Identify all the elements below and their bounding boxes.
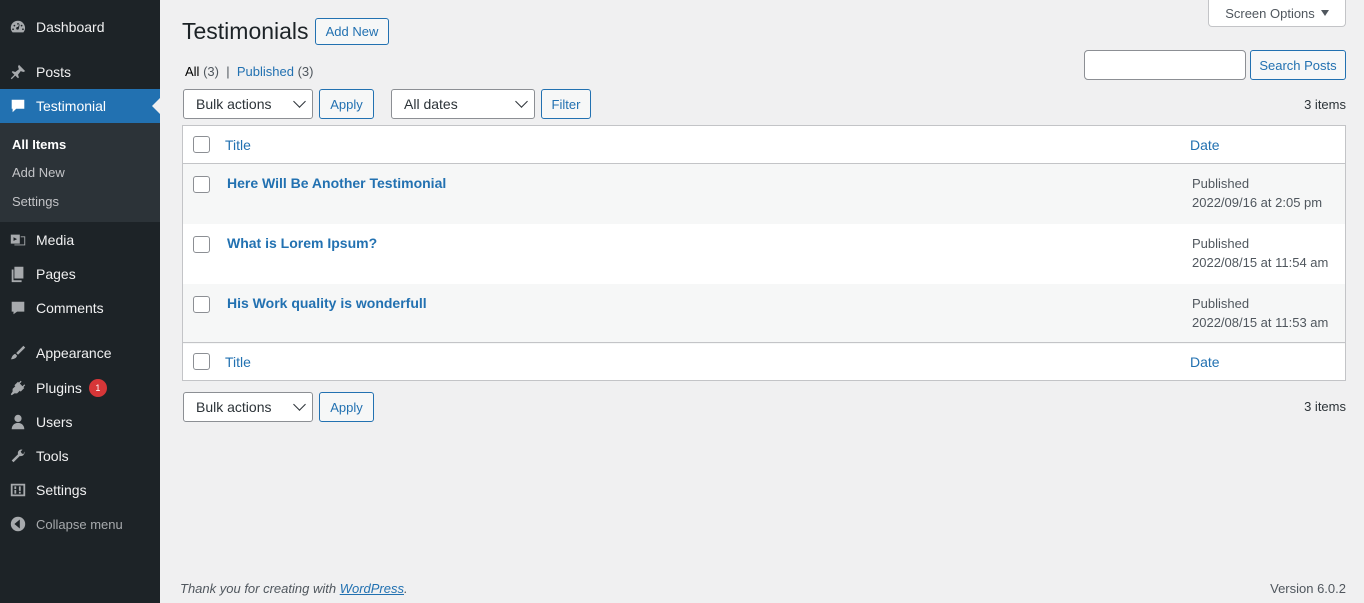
row-status: Published [1192, 236, 1250, 251]
row-title-link[interactable]: Here Will Be Another Testimonial [227, 175, 446, 191]
dashboard-icon [8, 17, 28, 37]
table-row: Here Will Be Another Testimonial Publish… [183, 164, 1345, 224]
sidebar-item-label: Media [36, 232, 75, 248]
sidebar-item-comments[interactable]: Comments [0, 291, 160, 325]
page-title: Testimonials [182, 18, 309, 44]
add-new-button[interactable]: Add New [315, 18, 389, 45]
sidebar-item-settings[interactable]: Settings [0, 473, 160, 507]
sidebar-item-label: Dashboard [36, 19, 105, 35]
plugin-icon [8, 378, 28, 398]
collapse-menu-button[interactable]: Collapse menu [0, 507, 160, 541]
testimonial-submenu: All Items Add New Settings [0, 123, 160, 222]
chevron-down-icon [293, 398, 306, 411]
footer-thanks-suffix: . [404, 581, 408, 596]
media-icon [8, 230, 28, 250]
table-header: Title Date [183, 126, 1345, 164]
sidebar-item-label: Pages [36, 266, 76, 282]
items-count-top: 3 items [1304, 97, 1346, 112]
sidebar-item-testimonial[interactable]: Testimonial [0, 89, 160, 123]
row-date: 2022/09/16 at 2:05 pm [1192, 195, 1323, 210]
triangle-down-icon [1320, 10, 1329, 16]
footer-thanks-prefix: Thank you for creating with [180, 581, 340, 596]
row-date: 2022/08/15 at 11:53 am [1192, 315, 1329, 330]
apply-button-top[interactable]: Apply [319, 89, 374, 119]
column-date-sort-footer[interactable]: Date [1190, 354, 1220, 370]
plugins-update-badge: 1 [88, 379, 107, 397]
sidebar-item-media[interactable]: Media [0, 223, 160, 257]
admin-sidebar: Dashboard Posts Testimonial All Items Ad… [0, 0, 160, 603]
view-published[interactable]: Published [237, 64, 294, 79]
sidebar-item-users[interactable]: Users [0, 405, 160, 439]
chevron-down-icon [293, 95, 306, 108]
select-all-checkbox[interactable] [193, 136, 210, 153]
row-checkbox[interactable] [193, 176, 210, 193]
submenu-settings[interactable]: Settings [12, 194, 59, 209]
select-all-checkbox-footer[interactable] [193, 353, 210, 370]
brush-icon [8, 343, 28, 363]
view-all-count: (3) [203, 64, 219, 79]
bulk-actions-value: Bulk actions [196, 399, 272, 415]
pages-icon [8, 264, 28, 284]
row-date: 2022/08/15 at 11:54 am [1192, 255, 1329, 270]
testimonials-table: Title Date Here Will Be Another Testimon… [182, 125, 1346, 381]
settings-icon [8, 480, 28, 500]
user-icon [8, 412, 28, 432]
column-date-sort[interactable]: Date [1190, 137, 1220, 153]
sidebar-item-tools[interactable]: Tools [0, 439, 160, 473]
column-title-sort[interactable]: Title [225, 137, 251, 153]
bulk-actions-select-bottom[interactable]: Bulk actions [183, 392, 313, 422]
collapse-menu-label: Collapse menu [36, 516, 123, 532]
row-checkbox[interactable] [193, 236, 210, 253]
apply-button-bottom[interactable]: Apply [319, 392, 374, 422]
submenu-all-items[interactable]: All Items [12, 137, 66, 152]
sidebar-item-plugins[interactable]: Plugins 1 [0, 371, 160, 405]
wrench-icon [8, 446, 28, 466]
search-input[interactable] [1084, 50, 1246, 80]
submenu-add-new[interactable]: Add New [12, 165, 65, 180]
row-checkbox[interactable] [193, 296, 210, 313]
chevron-down-icon [515, 95, 528, 108]
sidebar-item-dashboard[interactable]: Dashboard [0, 10, 160, 44]
view-all[interactable]: All [185, 64, 199, 79]
screen-options-button[interactable]: Screen Options [1208, 0, 1346, 27]
table-row: His Work quality is wonderfull Published… [183, 284, 1345, 344]
collapse-arrow-icon [8, 514, 28, 534]
table-footer: Title Date [183, 342, 1345, 380]
row-title-link[interactable]: What is Lorem Ipsum? [227, 235, 377, 251]
sidebar-item-posts[interactable]: Posts [0, 55, 160, 89]
sidebar-item-label: Testimonial [36, 98, 107, 114]
post-status-views: All (3) | Published (3) [185, 64, 313, 79]
comments-icon [8, 298, 28, 318]
testimonial-icon [8, 96, 28, 116]
dates-filter-select[interactable]: All dates [391, 89, 535, 119]
dates-filter-value: All dates [404, 96, 458, 112]
filter-button[interactable]: Filter [541, 89, 591, 119]
sidebar-item-label: Comments [36, 300, 104, 316]
footer-thanks: Thank you for creating with WordPress. [180, 581, 408, 596]
search-posts-button[interactable]: Search Posts [1250, 50, 1346, 80]
items-count-bottom: 3 items [1304, 399, 1346, 414]
pin-icon [8, 62, 28, 82]
view-published-count: (3) [297, 64, 314, 79]
sidebar-item-label: Appearance [36, 345, 112, 361]
bulk-actions-value: Bulk actions [196, 96, 272, 112]
column-title-sort-footer[interactable]: Title [225, 354, 251, 370]
sidebar-item-label: Tools [36, 448, 69, 464]
bulk-actions-select-top[interactable]: Bulk actions [183, 89, 313, 119]
footer-version: Version 6.0.2 [1270, 581, 1346, 596]
row-status: Published [1192, 296, 1250, 311]
sidebar-item-label: Users [36, 414, 73, 430]
table-row: What is Lorem Ipsum? Published 2022/08/1… [183, 224, 1345, 284]
sidebar-item-label: Posts [36, 64, 72, 80]
views-separator: | [226, 64, 230, 79]
sidebar-item-pages[interactable]: Pages [0, 257, 160, 291]
sidebar-item-label: Plugins [36, 380, 82, 396]
row-title-link[interactable]: His Work quality is wonderfull [227, 295, 427, 311]
screen-options-label: Screen Options [1225, 5, 1315, 21]
row-status: Published [1192, 176, 1250, 191]
sidebar-item-label: Settings [36, 482, 87, 498]
sidebar-item-appearance[interactable]: Appearance [0, 336, 160, 370]
wordpress-link[interactable]: WordPress [340, 581, 404, 596]
main-content: Screen Options Testimonials Add New All … [160, 0, 1364, 603]
